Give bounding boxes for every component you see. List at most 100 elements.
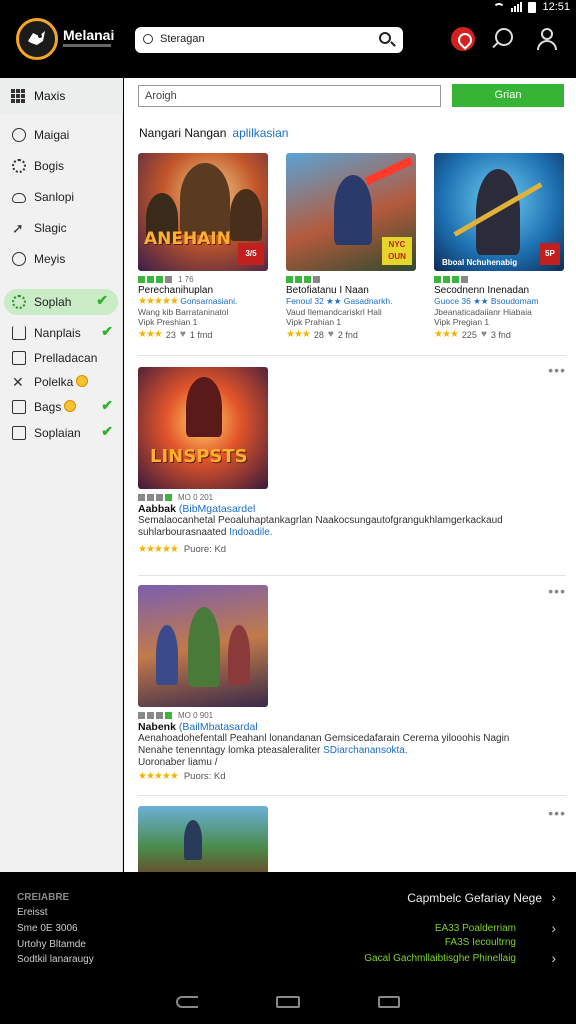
share-arrow-icon: ➚ <box>12 220 24 236</box>
app-title: Melanai <box>63 27 115 43</box>
edit-icon <box>12 326 26 340</box>
sidebar-item-sanlopi[interactable]: Sanlopi <box>0 184 123 210</box>
bag-icon <box>12 400 26 414</box>
list-item[interactable]: LINSPSTS MO 0 201 Aabbak (BibMgatasardel… <box>138 367 558 555</box>
sidebar-item-bags[interactable]: Bags ✔ <box>0 394 123 420</box>
rating-row: ★★★★★ Puore: Kd <box>138 544 227 555</box>
app-thumbnail[interactable]: NYC OUN <box>286 153 416 271</box>
footer: CREIABRE Ereisst Sme 0E 3006 Urtohy Blta… <box>0 872 576 968</box>
rating-row: ★★★ 23 ♥ 1 fmd <box>138 329 213 340</box>
clock-icon <box>12 252 26 266</box>
app-thumbnail[interactable] <box>138 585 268 707</box>
app-card[interactable]: NYC OUN Betofiatanu I Naan Fenoul 32 ★★ … <box>286 153 418 340</box>
status-bar: 12:51 <box>0 0 576 14</box>
rating-row: ★★★ 28 ♥ 2 fnd <box>286 329 358 340</box>
divider <box>138 575 566 576</box>
tools-icon: ✕ <box>12 374 24 390</box>
footer-link[interactable]: Sodtkil lanaraugy <box>17 954 94 965</box>
app-thumbnail[interactable]: Bboal Nchuhenabig 5P <box>434 153 564 271</box>
sidebar-item-slagic[interactable]: ➚ Slagic <box>0 215 123 241</box>
app-developer: Wang kib Barrataninatol <box>138 307 229 317</box>
app-thumbnail[interactable]: ANEHAIN 3/5 <box>138 153 268 271</box>
sidebar-header[interactable]: Maxis <box>0 78 123 114</box>
profile-icon[interactable] <box>536 28 558 50</box>
sidebar-item-bogis[interactable]: Bogis <box>0 153 123 179</box>
notification-icon[interactable] <box>451 27 475 51</box>
sidebar-item-label: Soplah <box>34 295 72 309</box>
check-icon: ✔ <box>101 423 113 439</box>
footer-link[interactable]: EA33 Poalderriam <box>435 923 516 934</box>
thumbnail-badge: 3/5 <box>238 243 264 265</box>
rating-row: ★★★ 225 ♥ 3 fnd <box>434 329 511 340</box>
footer-link[interactable]: Gacal Gachmllaibtisghe Phinellaig <box>364 953 516 964</box>
heart-icon: ♥ <box>480 329 487 340</box>
circle-icon <box>12 128 26 142</box>
footer-title[interactable]: Capmbelc Gefariay Nege <box>407 891 542 905</box>
sidebar-item-label: Sanlopi <box>34 190 75 204</box>
app-logo-icon[interactable] <box>16 18 58 60</box>
thumbnail-badge: 5P <box>540 243 560 265</box>
list-item-description: Uoronaber liamu / <box>138 757 218 768</box>
app-version: Vipk Prahian 1 <box>286 317 342 327</box>
emoji-icon <box>64 400 77 412</box>
rating-bars: 1 76 <box>138 275 270 284</box>
chevron-right-icon[interactable]: › <box>551 950 556 966</box>
list-item-title: Nabenk (BailMbatasardal <box>138 721 258 733</box>
chevron-right-icon[interactable]: › <box>551 889 556 905</box>
footer-link[interactable]: FA3S Iecoultrng <box>445 937 516 948</box>
sidebar-header-label: Maxis <box>34 89 66 103</box>
app-card[interactable]: ANEHAIN 3/5 1 76 Perechanihuplan ★★★★★ G… <box>138 153 270 340</box>
sidebar-item-label: Nanplais <box>34 326 81 340</box>
sidebar-item-nanplais[interactable]: Nanplais ✔ <box>0 320 123 346</box>
divider <box>138 355 566 356</box>
thumbnail-title: ANEHAIN <box>144 229 231 249</box>
sidebar-item-label: Bags <box>34 400 77 414</box>
search-icon[interactable] <box>495 28 513 46</box>
search-icon <box>143 34 153 44</box>
content-search-input[interactable]: Aroigh <box>138 85 441 107</box>
sidebar-item-label: Meyis <box>34 252 66 266</box>
sidebar-item-meyis[interactable]: Meyis <box>0 246 123 272</box>
list-item[interactable] <box>138 806 558 872</box>
chevron-right-icon[interactable]: › <box>551 920 556 936</box>
primary-button[interactable]: Grian <box>452 84 564 107</box>
app-version: Vipk Preshian 1 <box>138 317 198 327</box>
rating-bars: MO 0 901 <box>138 711 558 720</box>
sidebar-item-prelladacan[interactable]: Prelladacan <box>0 345 123 371</box>
search-input[interactable]: Steragan <box>160 33 205 45</box>
divider <box>138 795 566 796</box>
rating-row: ★★★★★ Puors: Kd <box>138 771 226 782</box>
sidebar-item-soplaian[interactable]: Soplaian ✔ <box>0 420 123 446</box>
footer-link[interactable]: Ereisst <box>17 907 48 918</box>
app-card[interactable]: Bboal Nchuhenabig 5P Secodnenn Inenadan … <box>434 153 566 340</box>
rating-bars <box>286 275 418 283</box>
app-thumbnail[interactable] <box>138 806 268 872</box>
check-icon: ✔ <box>96 292 108 308</box>
app-developer: Vaud Ilemandcariskrl Hali <box>286 307 382 317</box>
list-item-description: Aenahoadohefentall Peahanl lonandanan Ge… <box>138 733 510 744</box>
app-title: Betofiatanu I Naan <box>286 285 369 296</box>
recent-apps-icon[interactable] <box>378 996 400 1008</box>
section-title-text: Nangari Nangan <box>139 126 227 140</box>
thumbnail-badge: NYC OUN <box>382 237 412 265</box>
check-icon: ✔ <box>101 397 113 413</box>
sidebar-item-polelka[interactable]: ✕ Polelka <box>0 369 123 395</box>
back-icon[interactable] <box>176 996 198 1008</box>
home-icon[interactable] <box>276 996 300 1008</box>
cloud-icon <box>12 193 26 203</box>
sidebar: Maxis Maigai Bogis Sanlopi ➚ Slagic Meyi… <box>0 78 123 872</box>
app-thumbnail[interactable]: LINSPSTS <box>138 367 268 489</box>
sidebar-item-soplah[interactable]: Soplah ✔ <box>4 289 118 315</box>
footer-link[interactable]: Urtohy Bltamde <box>17 939 86 950</box>
clock-time: 12:51 <box>542 1 570 13</box>
sidebar-item-maigai[interactable]: Maigai <box>0 122 123 148</box>
content-search-placeholder: Aroigh <box>145 90 177 102</box>
app-bar: Melanai Steragan <box>0 14 576 78</box>
search-submit-icon[interactable] <box>379 32 391 44</box>
search-bar[interactable]: Steragan <box>135 27 403 53</box>
footer-link[interactable]: Sme 0E 3006 <box>17 923 78 934</box>
section-link[interactable]: aplilkasian <box>232 126 288 140</box>
list-item[interactable]: MO 0 901 Nabenk (BailMbatasardal Aenahoa… <box>138 585 558 782</box>
footer-heading: CREIABRE <box>17 892 70 903</box>
section-title: Nangari Nangan aplilkasian <box>139 126 288 140</box>
